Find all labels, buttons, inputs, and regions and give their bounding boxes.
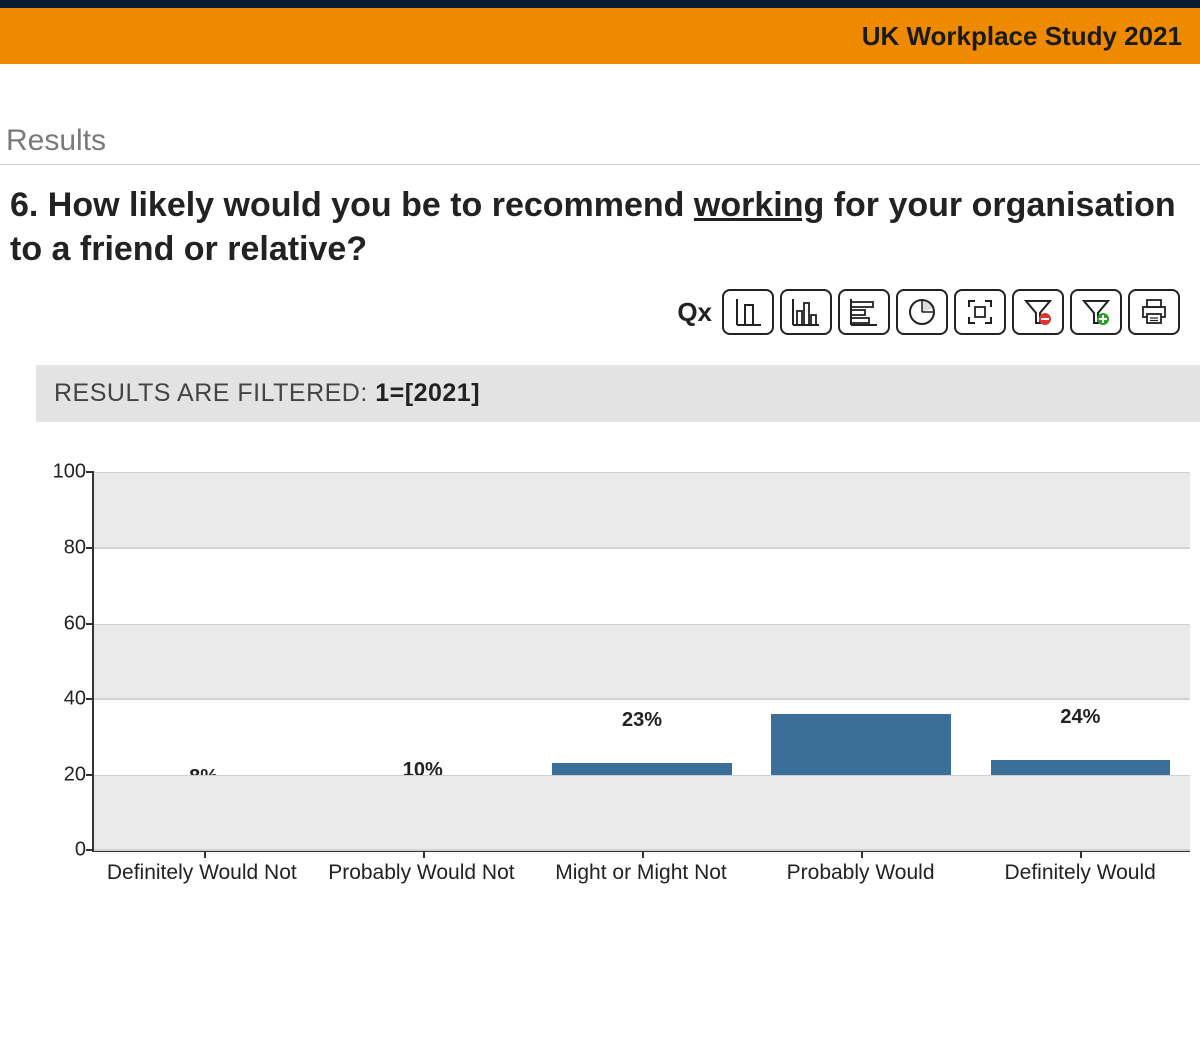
x-axis-label: Definitely Would Not <box>92 852 312 886</box>
results-heading: Results <box>0 124 1200 165</box>
bar-value-label: 24% <box>971 706 1190 733</box>
grid-band <box>94 775 1190 851</box>
top-nav-strip <box>0 0 1200 8</box>
multi-bar-chart-button[interactable] <box>780 289 832 335</box>
x-axis-label: Might or Might Not <box>531 852 751 886</box>
single-bar-chart-button[interactable] <box>722 289 774 335</box>
remove-filter-button[interactable] <box>1012 289 1064 335</box>
gridline <box>94 472 1190 473</box>
gridline <box>94 548 1190 549</box>
gridline <box>94 775 1190 776</box>
filter-banner-prefix: RESULTS ARE FILTERED: <box>54 379 375 407</box>
question-underlined-word: working <box>694 186 824 224</box>
y-tick-mark <box>86 547 94 549</box>
y-tick-label: 80 <box>46 536 86 559</box>
y-tick-mark <box>86 623 94 625</box>
grid-band <box>94 472 1190 548</box>
qx-label: Qx <box>677 297 712 328</box>
x-tick-mark <box>861 850 863 858</box>
gridline <box>94 850 1190 851</box>
multi-bar-icon <box>789 295 823 329</box>
expand-button[interactable] <box>954 289 1006 335</box>
filter-banner: RESULTS ARE FILTERED: 1=[2021] <box>36 365 1200 422</box>
bar-value-label: 23% <box>532 709 751 736</box>
y-tick-label: 100 <box>46 461 86 484</box>
expand-icon <box>963 295 997 329</box>
y-tick-label: 20 <box>46 763 86 786</box>
pie-chart-button[interactable] <box>896 289 948 335</box>
y-tick-label: 40 <box>46 688 86 711</box>
y-tick-label: 60 <box>46 612 86 635</box>
y-tick-mark <box>86 849 94 851</box>
study-title: UK Workplace Study 2021 <box>862 21 1182 52</box>
single-bar-icon <box>731 295 765 329</box>
grid-band <box>94 624 1190 700</box>
add-filter-button[interactable] <box>1070 289 1122 335</box>
chart-toolbar: Qx <box>0 283 1200 365</box>
gridline <box>94 699 1190 700</box>
x-axis-label: Probably Would Not <box>312 852 532 886</box>
y-tick-mark <box>86 774 94 776</box>
print-icon <box>1137 295 1171 329</box>
x-tick-mark <box>423 850 425 858</box>
bar-chart: 8%10%23%36%24% 020406080100 <box>92 472 1190 852</box>
y-tick-label: 0 <box>46 839 86 862</box>
header-bar: UK Workplace Study 2021 <box>0 8 1200 64</box>
x-tick-mark <box>1080 850 1082 858</box>
filter-banner-value: 1=[2021] <box>375 379 480 407</box>
gridline <box>94 624 1190 625</box>
print-button[interactable] <box>1128 289 1180 335</box>
question-text: 6. How likely would you be to recommend … <box>0 165 1200 283</box>
question-prefix: 6. How likely would you be to recommend <box>10 186 694 224</box>
y-tick-mark <box>86 698 94 700</box>
filter-remove-icon <box>1021 295 1055 329</box>
x-axis-labels: Definitely Would NotProbably Would NotMi… <box>92 852 1190 886</box>
horizontal-bar-icon <box>847 295 881 329</box>
x-tick-mark <box>204 850 206 858</box>
y-tick-mark <box>86 471 94 473</box>
horizontal-bar-chart-button[interactable] <box>838 289 890 335</box>
filter-add-icon <box>1079 295 1113 329</box>
x-tick-mark <box>642 850 644 858</box>
pie-chart-icon <box>905 295 939 329</box>
